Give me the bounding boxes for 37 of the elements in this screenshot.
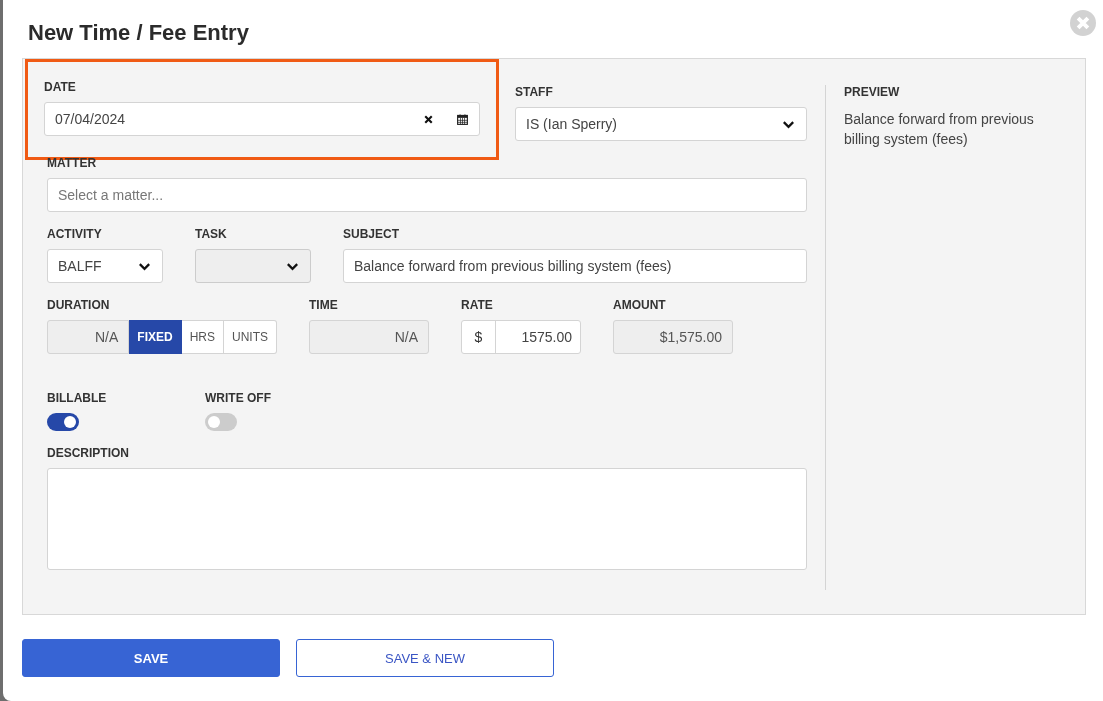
time-field: N/A [309, 320, 429, 354]
date-label: DATE [44, 80, 77, 95]
description-label: DESCRIPTION [47, 446, 130, 461]
subject-label: SUBJECT [343, 227, 400, 242]
activity-select[interactable]: BALFF [47, 249, 163, 283]
rate-label: RATE [461, 298, 494, 313]
save-and-new-button[interactable]: SAVE & NEW [296, 639, 554, 677]
duration-mode-toggle[interactable]: FIXED [129, 320, 182, 354]
matter-label: MATTER [47, 156, 98, 171]
time-label: TIME [309, 298, 339, 313]
preview-label: PREVIEW [844, 85, 901, 100]
date-field[interactable]: 07/04/2024 [44, 102, 480, 136]
toggle-switch[interactable] [205, 413, 237, 431]
duration-field: N/A [47, 320, 130, 354]
staff-label: STAFF [515, 85, 554, 100]
description-field[interactable] [47, 468, 807, 570]
amount-field: $1,575.00 [613, 320, 733, 354]
duration-mode-toggle[interactable]: HRS [181, 320, 224, 354]
duration-mode-toggle[interactable]: UNITS [224, 320, 277, 354]
matter-field[interactable]: Select a matter... [47, 178, 807, 212]
toggle-label: BILLABLE [47, 391, 108, 406]
duration-label: DURATION [47, 298, 111, 313]
currency-prefix: $ [462, 321, 496, 353]
amount-label: AMOUNT [613, 298, 667, 313]
dialog-title: New Time / Fee Entry [28, 20, 249, 46]
toggle-label: WRITE OFF [205, 391, 272, 406]
preview-text: Balance forward from previous billing system (fees) [844, 110, 1035, 149]
activity-label: ACTIVITY [47, 227, 103, 242]
toggle-switch[interactable] [47, 413, 79, 431]
save-button[interactable]: SAVE [22, 639, 280, 677]
task-label: TASK [195, 227, 228, 242]
close-icon [1070, 10, 1096, 36]
subject-field[interactable]: Balance forward from previous billing system (fees) [343, 249, 807, 283]
staff-select[interactable]: IS (Ian Sperry) [515, 107, 807, 141]
rate-field[interactable]: $ 1575.00 [461, 320, 581, 354]
close-button[interactable] [1070, 10, 1096, 36]
calendar-icon [455, 112, 469, 126]
